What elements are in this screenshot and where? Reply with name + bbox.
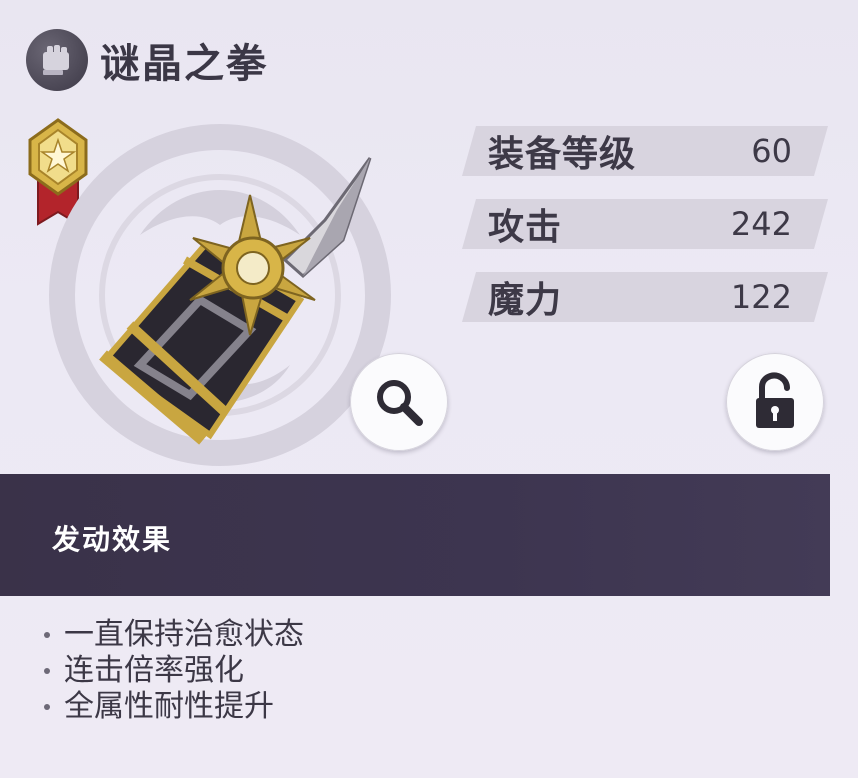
list-item: 一直保持治愈状态	[44, 617, 304, 653]
zoom-button[interactable]	[350, 353, 448, 451]
stat-row-attack: 攻击 242	[462, 199, 828, 249]
gauntlet-icon	[26, 29, 88, 91]
stats-panel: 装备等级 60 攻击 242 魔力 122	[462, 126, 828, 345]
stat-row-magic: 魔力 122	[462, 272, 828, 322]
item-illustration	[85, 150, 395, 450]
stat-value: 60	[751, 132, 792, 170]
stat-label: 装备等级	[488, 134, 637, 175]
effect-line: 连击倍率强化	[64, 653, 244, 688]
stat-label: 攻击	[488, 207, 563, 248]
effect-line: 一直保持治愈状态	[64, 617, 304, 652]
stat-value: 122	[730, 278, 792, 316]
effect-title: 发动效果	[52, 523, 173, 556]
magnifier-icon	[377, 380, 423, 426]
item-title-row: 谜晶之拳	[26, 28, 268, 92]
padlock-open-icon	[756, 372, 794, 428]
bullet-icon	[44, 632, 50, 638]
stat-label: 魔力	[488, 280, 563, 321]
effect-header-band: 发动效果	[0, 474, 830, 596]
bullet-icon	[44, 668, 50, 674]
item-name: 谜晶之拳	[100, 41, 268, 87]
lock-toggle-button[interactable]	[726, 353, 824, 451]
stat-row-level: 装备等级 60	[462, 126, 828, 176]
effect-list: 一直保持治愈状态 连击倍率强化 全属性耐性提升	[44, 617, 304, 725]
list-item: 全属性耐性提升	[44, 689, 304, 725]
list-item: 连击倍率强化	[44, 653, 304, 689]
bullet-icon	[44, 704, 50, 710]
stat-value: 242	[730, 205, 792, 243]
effect-line: 全属性耐性提升	[64, 689, 274, 724]
